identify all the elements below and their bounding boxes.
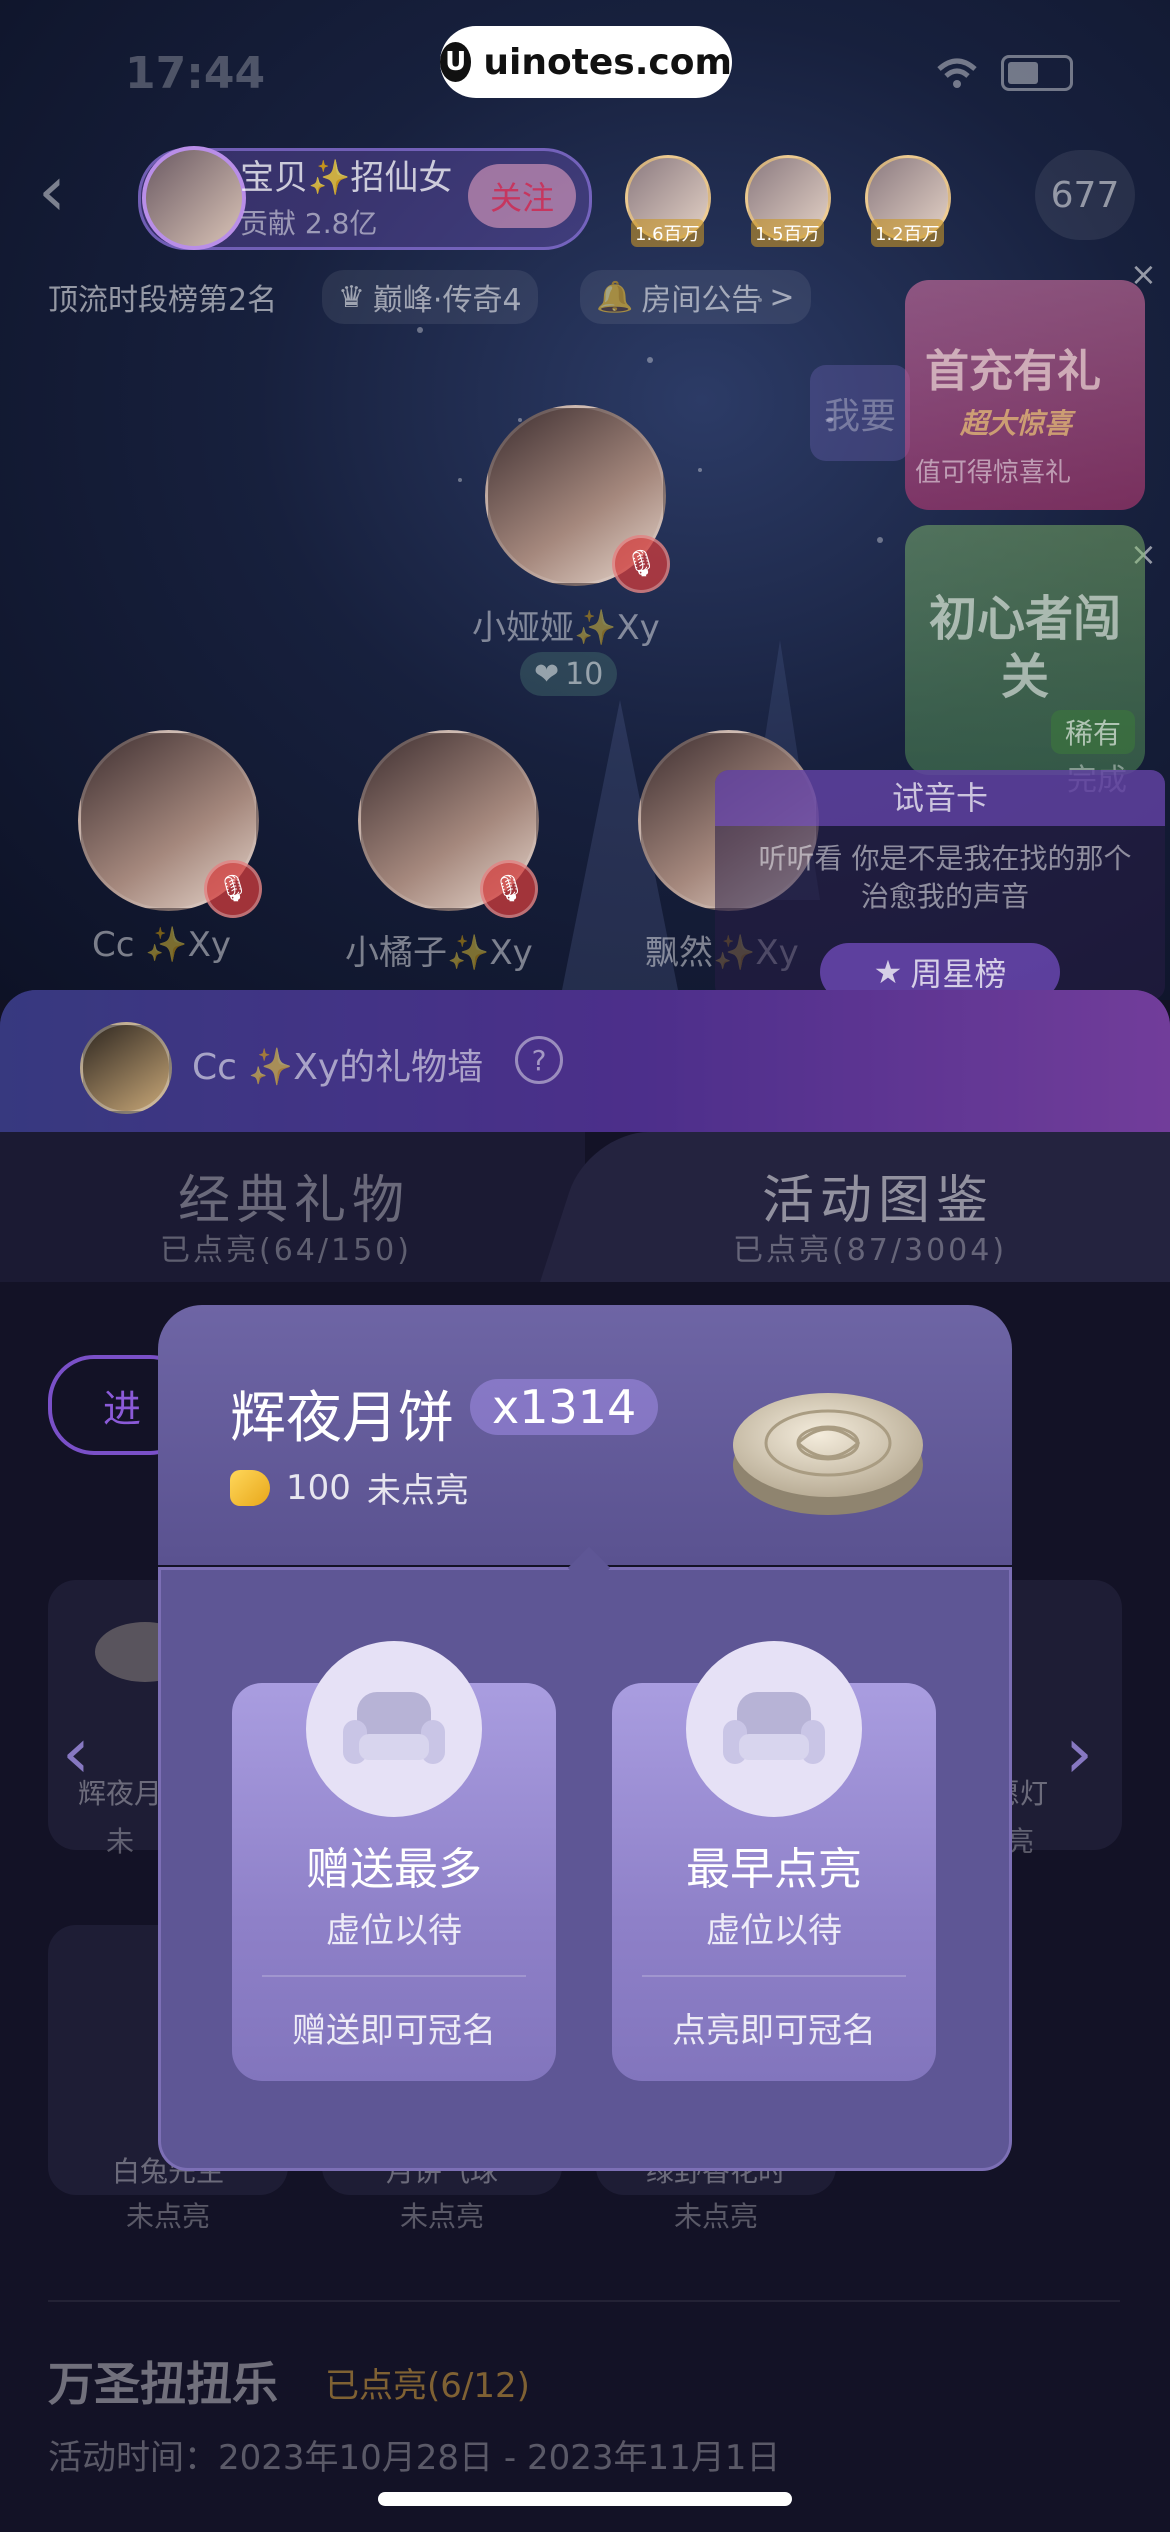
rookie-challenge-promo[interactable]: 初心者闯关 稀有 完成 xyxy=(905,525,1145,798)
status-time: 17:44 xyxy=(125,48,266,99)
next-arrow-icon[interactable]: › xyxy=(1065,1712,1093,1794)
gift-price: 100 xyxy=(286,1467,351,1508)
armchair-icon xyxy=(723,1692,825,1764)
bell-icon: 🔔 xyxy=(596,279,634,315)
week-rank-label: 周星榜 xyxy=(910,955,1007,993)
promo-title: 首充有礼 xyxy=(925,346,1101,397)
empty-seat-avatar xyxy=(306,1641,482,1817)
home-indicator[interactable] xyxy=(378,2492,792,2506)
tab-classic-sub: 已点亮(64/150) xyxy=(160,1233,412,1268)
mic-muted-icon: 🎙 xyxy=(480,860,538,918)
level-chip-label: 巅峰·传奇4 xyxy=(372,283,522,318)
earliest-lit-card[interactable]: 最早点亮 虚位以待 点亮即可冠名 xyxy=(612,1641,936,2081)
main-seat-name: 小娅娅✨Xy xyxy=(472,608,660,648)
seat-name-1: Cc ✨Xy xyxy=(92,925,231,965)
promo-title: 初心者闯关 xyxy=(928,591,1121,705)
viewer-avatar-1[interactable]: 1.6百万 xyxy=(625,155,711,247)
viewer-avatar-3[interactable]: 1.2百万 xyxy=(865,155,951,247)
gift-name-title: 辉夜月饼 xyxy=(230,1386,454,1451)
tab-event-sub: 已点亮(87/3004) xyxy=(733,1233,1008,1268)
audition-text: 听听看 你是不是我在找的那个治愈我的声音 xyxy=(758,842,1132,913)
heart-icon: ❤ xyxy=(534,656,560,692)
announcement-label: 房间公告 xyxy=(641,283,762,318)
crown-icon: ♛ xyxy=(338,279,365,315)
gift-state: 未点亮 xyxy=(125,2200,210,2233)
rank-subtitle: 虚位以待 xyxy=(326,1911,462,1951)
rank-subtitle: 虚位以待 xyxy=(706,1911,842,1951)
empty-seat-avatar xyxy=(686,1641,862,1817)
rank-text[interactable]: 顶流时段榜第2名 xyxy=(48,275,277,319)
announcement-chip: 🔔 房间公告 > xyxy=(580,270,811,324)
host-contribution: 贡献 2.8亿 xyxy=(240,207,378,240)
tab-classic-label: 经典礼物 xyxy=(178,1171,411,1231)
card-divider xyxy=(262,1975,526,1977)
event-time: 活动时间：2023年10月28日 - 2023年11月1日 xyxy=(48,2438,781,2478)
mooncake-icon xyxy=(733,1393,923,1515)
rarity-badge: 稀有 xyxy=(1050,710,1135,754)
star-icon: ★ xyxy=(873,953,903,991)
armchair-icon xyxy=(343,1692,445,1764)
help-icon[interactable]: ? xyxy=(515,1036,563,1084)
host-avatar[interactable] xyxy=(142,146,246,250)
coin-icon xyxy=(230,1469,270,1506)
status-icons xyxy=(935,55,1073,91)
watermark-text: uinotes.com xyxy=(483,41,732,83)
rank-hint: 点亮即可冠名 xyxy=(672,2011,876,2051)
gift-price-row: 100 未点亮 xyxy=(230,1463,469,1512)
hearts-value: 10 xyxy=(565,656,604,692)
watermark-badge: U uinotes.com xyxy=(440,26,732,98)
rank-title: 最早点亮 xyxy=(686,1844,862,1895)
header-dim-overlay xyxy=(0,990,1170,1132)
level-chip[interactable]: ♛ 巅峰·传奇4 xyxy=(322,270,538,324)
promo-subtitle: 超大惊喜 xyxy=(960,407,1073,440)
host-name: 宝贝✨招仙女 xyxy=(240,158,453,198)
viewer-tag: 1.5百万 xyxy=(751,219,824,247)
seat-name-2: 小橘子✨Xy xyxy=(345,933,533,973)
uinotes-logo-icon: U xyxy=(440,42,472,82)
gift-detail-popup: 辉夜月饼 x1314 100 未点亮 赠送最多 虚位以待 赠送即可冠名 最早点亮… xyxy=(158,1305,1012,2171)
announcement-button[interactable]: 🔔 房间公告 > xyxy=(580,270,811,324)
section-divider xyxy=(48,2300,1120,2302)
online-count-button[interactable]: 677 xyxy=(1035,150,1135,240)
gift-wall-title: Cc ✨Xy的礼物墙 xyxy=(192,1047,484,1088)
prev-arrow-icon[interactable]: ‹ xyxy=(62,1712,90,1794)
most-gifted-card[interactable]: 赠送最多 虚位以待 赠送即可冠名 xyxy=(232,1641,556,2081)
activity-banner[interactable]: 我要 xyxy=(810,365,910,461)
gift-count-badge: x1314 xyxy=(470,1379,659,1435)
battery-icon xyxy=(1001,55,1073,91)
mic-muted-icon: 🎙 xyxy=(204,860,262,918)
wifi-icon xyxy=(937,58,977,88)
level-chip-body: ♛ 巅峰·传奇4 xyxy=(322,270,538,324)
wall-owner-avatar[interactable] xyxy=(80,1022,172,1114)
promo-desc: 值可得惊喜礼 xyxy=(915,458,1072,488)
event-title: 万圣扭扭乐 xyxy=(48,2357,278,2411)
viewer-tag: 1.6百万 xyxy=(631,219,704,247)
gift-status: 未点亮 xyxy=(366,1471,469,1511)
back-chevron-icon[interactable]: ‹ xyxy=(38,150,66,232)
card-divider xyxy=(642,1975,906,1977)
mic-muted-icon: 🎙 xyxy=(612,535,670,593)
main-seat-hearts: ❤ 10 xyxy=(520,652,618,696)
audition-title: 试音卡 xyxy=(715,770,1165,826)
gift-state: 未点亮 xyxy=(399,2200,484,2233)
first-recharge-promo[interactable]: 首充有礼 超大惊喜 值可得惊喜礼 xyxy=(905,280,1145,510)
chevron-right-icon: > xyxy=(769,279,795,315)
rank-title: 赠送最多 xyxy=(306,1844,482,1895)
follow-button[interactable]: 关注 xyxy=(468,164,576,228)
rank-hint: 赠送即可冠名 xyxy=(292,2011,496,2051)
viewer-avatar-2[interactable]: 1.5百万 xyxy=(745,155,831,247)
gift-state: 未点亮 xyxy=(673,2200,758,2233)
tab-event-label: 活动图鉴 xyxy=(762,1171,995,1231)
viewer-tag: 1.2百万 xyxy=(871,219,944,247)
event-progress: 已点亮(6/12) xyxy=(325,2366,530,2406)
